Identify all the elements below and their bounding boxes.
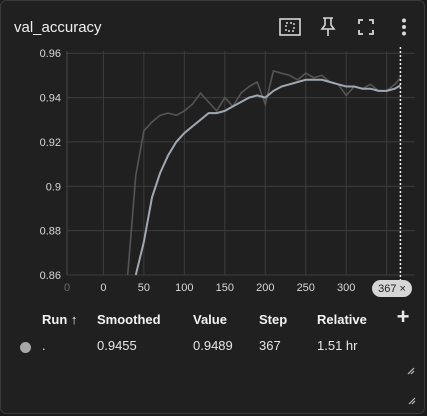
x-tick-label: 300 (337, 282, 355, 294)
col-header-run[interactable]: Run ↑ (42, 312, 77, 327)
add-column-button[interactable]: + (393, 306, 413, 329)
data-table: Run ↑ Smoothed Value Step Relative + . 0… (1, 306, 426, 358)
fit-domain-button[interactable] (278, 15, 302, 39)
more-options-button[interactable] (392, 15, 416, 39)
more-vert-icon (402, 18, 406, 36)
chart-svg[interactable]: 0.86 0.88 0.9 0.92 0.94 0.96 0 0 50 100 150 200 250 3… (1, 45, 426, 305)
scalar-card: val_accuracy 0.86 0.88 0.9 0.92 0.94 0.9… (0, 0, 425, 414)
x-tick-label: 250 (297, 282, 315, 294)
y-tick-label: 0.94 (40, 93, 61, 105)
x-tick-label: 200 (256, 282, 274, 294)
table-row: . 0.9455 0.9489 367 1.51 hr (1, 332, 426, 358)
cell-value: 0.9489 (193, 338, 233, 353)
pin-icon (320, 17, 336, 36)
cell-smoothed: 0.9455 (97, 338, 137, 353)
cell-run: . (42, 338, 46, 353)
card-resize-handle[interactable] (408, 397, 416, 405)
raw-series-line (126, 70, 402, 275)
run-color-dot (20, 342, 31, 353)
x-tick-label: 0 (64, 282, 70, 294)
x-tick-label: 0 (100, 282, 106, 294)
col-header-relative[interactable]: Relative (317, 312, 367, 327)
x-tick-label: 50 (138, 282, 150, 294)
line-chart[interactable]: 0.86 0.88 0.9 0.92 0.94 0.96 0 0 50 100 150 200 250 3… (1, 45, 426, 305)
pin-button[interactable] (316, 15, 340, 39)
table-header-row: Run ↑ Smoothed Value Step Relative + (1, 306, 426, 332)
col-header-step[interactable]: Step (259, 312, 287, 327)
fit-domain-icon (279, 18, 301, 36)
y-tick-label: 0.96 (40, 48, 61, 60)
y-tick-label: 0.86 (40, 270, 61, 282)
smoothed-series-line (134, 78, 401, 275)
x-tick-label: 150 (216, 282, 234, 294)
card-title: val_accuracy (14, 19, 102, 36)
y-tick-label: 0.88 (40, 226, 61, 238)
step-cursor-label: 367 (378, 282, 397, 295)
col-header-smoothed[interactable]: Smoothed (97, 312, 161, 327)
y-tick-label: 0.9 (46, 181, 61, 193)
cell-step: 367 (259, 338, 281, 353)
y-tick-label: 0.92 (40, 137, 61, 149)
card-toolbar (278, 15, 416, 39)
step-cursor-badge[interactable]: 367 × (372, 280, 412, 297)
close-icon[interactable]: × (399, 283, 405, 295)
table-resize-handle[interactable] (407, 367, 415, 375)
fullscreen-icon (358, 19, 374, 35)
col-header-value[interactable]: Value (193, 312, 227, 327)
x-tick-label: 100 (175, 282, 193, 294)
cell-relative: 1.51 hr (317, 338, 358, 353)
fullscreen-button[interactable] (354, 15, 378, 39)
